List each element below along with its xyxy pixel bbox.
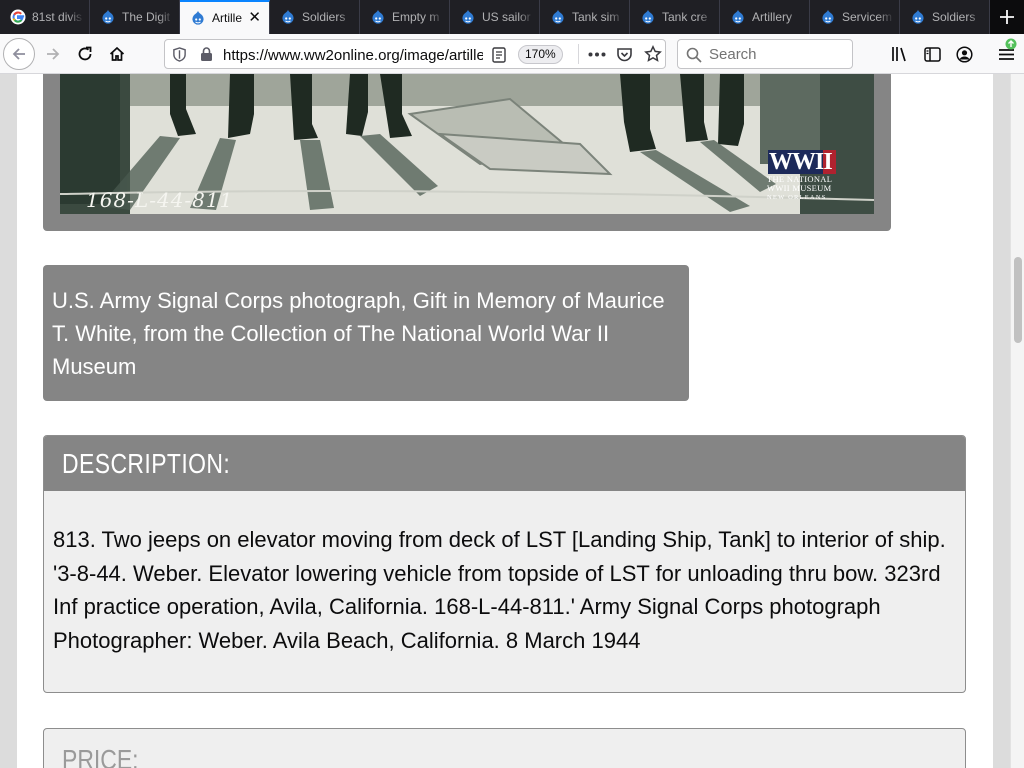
- drupal-icon: [910, 9, 926, 25]
- price-header: PRICE:: [44, 729, 965, 768]
- photo-credit-caption: U.S. Army Signal Corps photograph, Gift …: [43, 265, 689, 401]
- tab-title: Soldiers: [932, 10, 976, 24]
- tab-title: 81st divis: [32, 10, 83, 24]
- back-button[interactable]: [3, 38, 35, 70]
- museum-logo-mark: WWII: [769, 149, 833, 175]
- description-text: 813. Two jeeps on elevator moving from d…: [53, 527, 946, 653]
- search-field[interactable]: Search: [677, 39, 853, 69]
- tab-title: Tank sim: [572, 10, 620, 24]
- pocket-icon[interactable]: [616, 46, 633, 63]
- reader-view-icon[interactable]: [492, 47, 506, 63]
- plus-icon: [1000, 10, 1014, 24]
- reload-icon: [78, 46, 92, 61]
- description-section: DESCRIPTION: 813. Two jeeps on elevator …: [43, 435, 966, 693]
- browser-tab[interactable]: The Digit: [90, 0, 180, 34]
- price-section: PRICE:: [43, 728, 966, 768]
- drupal-icon: [730, 9, 746, 25]
- tab-title: US sailor: [482, 10, 531, 24]
- drupal-icon: [100, 9, 116, 25]
- browser-tab[interactable]: Soldiers: [900, 0, 990, 34]
- browser-tab[interactable]: Artille ✕: [180, 0, 270, 34]
- new-tab-button[interactable]: [990, 0, 1024, 34]
- tab-title: Artillery: [752, 10, 793, 24]
- sidebar-icon: [923, 46, 941, 62]
- library-icon: [892, 47, 906, 62]
- account-button[interactable]: [948, 38, 980, 70]
- browser-tab[interactable]: Soldiers: [270, 0, 360, 34]
- back-arrow-icon: [12, 48, 25, 60]
- price-heading: PRICE:: [62, 744, 139, 768]
- home-button[interactable]: [101, 38, 133, 70]
- drupal-icon: [820, 9, 836, 25]
- drupal-icon: [190, 10, 206, 26]
- browser-tab[interactable]: Tank sim: [540, 0, 630, 34]
- browser-tab[interactable]: Servicem: [810, 0, 900, 34]
- drupal-icon: [280, 9, 296, 25]
- lock-icon[interactable]: [200, 47, 213, 62]
- forward-arrow-icon: [47, 48, 60, 60]
- tab-title: The Digit: [122, 10, 171, 24]
- search-icon: [686, 47, 702, 63]
- library-button[interactable]: [884, 38, 916, 70]
- google-icon: [10, 9, 26, 25]
- search-placeholder: Search: [709, 46, 757, 63]
- archival-photo[interactable]: 168-L-44-811 WWII THE NATIONAL WWII MUSE…: [60, 74, 874, 214]
- urlbar-divider: [578, 44, 579, 64]
- tab-title: Soldiers: [302, 10, 346, 24]
- drupal-icon: [460, 9, 476, 25]
- description-heading: DESCRIPTION:: [62, 448, 231, 479]
- scrollbar-thumb[interactable]: [1014, 257, 1022, 343]
- photo-frame: 168-L-44-811 WWII THE NATIONAL WWII MUSE…: [43, 74, 891, 231]
- sidebar-button[interactable]: [916, 38, 948, 70]
- update-available-icon: [1005, 38, 1017, 50]
- reload-button[interactable]: [69, 38, 101, 70]
- tab-title: Tank cre: [662, 10, 708, 24]
- close-tab-icon[interactable]: ✕: [248, 10, 261, 25]
- browser-tab[interactable]: Tank cre: [630, 0, 720, 34]
- tab-title: Servicem: [842, 10, 893, 24]
- home-icon: [109, 46, 125, 61]
- museum-logo-line-3: NEW ORLEANS: [767, 194, 827, 201]
- tracking-protection-shield-icon[interactable]: [172, 47, 187, 62]
- page-scrollbar[interactable]: [1010, 74, 1024, 768]
- drupal-icon: [640, 9, 656, 25]
- navigation-toolbar: https://www.ww2online.org/image/artiller…: [0, 34, 1024, 74]
- page-viewport: 168-L-44-811 WWII THE NATIONAL WWII MUSE…: [0, 74, 1010, 768]
- url-text[interactable]: https://www.ww2online.org/image/artiller: [223, 47, 483, 64]
- account-icon: [955, 45, 973, 63]
- museum-logo-text: THE NATIONAL WWII MUSEUM NEW ORLEANS: [767, 175, 832, 202]
- drupal-icon: [370, 9, 386, 25]
- bookmark-star-icon[interactable]: [644, 45, 662, 63]
- tab-title: Empty m: [392, 10, 440, 24]
- museum-logo-line-2: WWII MUSEUM: [767, 183, 832, 193]
- main-menu-button[interactable]: [990, 38, 1022, 70]
- browser-tab[interactable]: Empty m: [360, 0, 450, 34]
- zoom-level-button[interactable]: 170%: [518, 45, 563, 64]
- browser-tab[interactable]: 81st divis: [0, 0, 90, 34]
- drupal-icon: [550, 9, 566, 25]
- forward-button[interactable]: [37, 38, 69, 70]
- browser-tab[interactable]: US sailor: [450, 0, 540, 34]
- tab-title: Artille: [212, 11, 243, 25]
- tab-strip: 81st divis The Digit Artille ✕ Soldiers Empty…: [0, 0, 1024, 34]
- negative-number: 168-L-44-811: [86, 188, 234, 212]
- description-header: DESCRIPTION:: [44, 436, 965, 491]
- browser-tab[interactable]: Artillery: [720, 0, 810, 34]
- page-actions-icon[interactable]: [588, 52, 606, 57]
- url-bar[interactable]: https://www.ww2online.org/image/artiller…: [164, 39, 666, 69]
- content-card: 168-L-44-811 WWII THE NATIONAL WWII MUSE…: [17, 74, 993, 768]
